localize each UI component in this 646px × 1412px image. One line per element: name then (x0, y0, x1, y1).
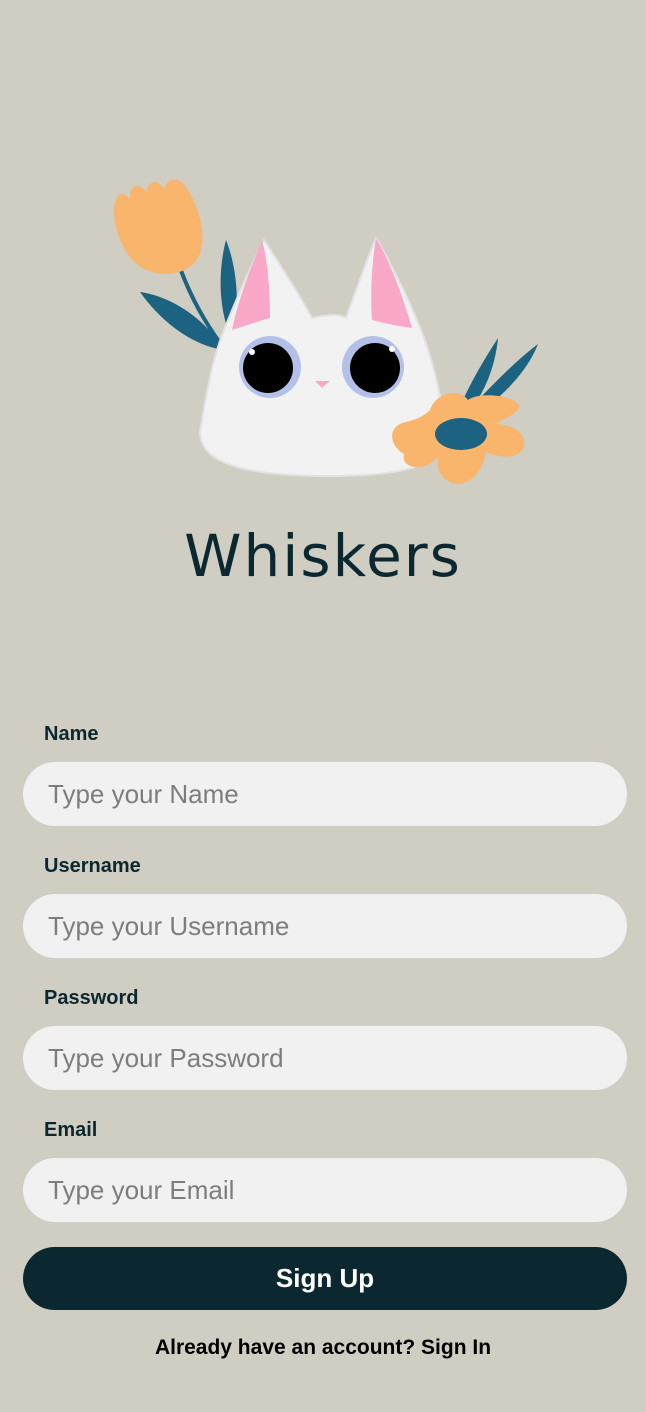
sign-in-prompt-text: Already have an account? (154, 1336, 416, 1359)
name-label: Name (44, 723, 99, 745)
app-title: Whiskers (184, 522, 462, 590)
password-input[interactable] (23, 1026, 627, 1090)
email-input[interactable] (23, 1158, 627, 1222)
username-label: Username (44, 855, 141, 877)
cat-illustration (114, 179, 538, 484)
sign-up-button[interactable]: Sign Up (23, 1247, 627, 1310)
tulip-icon (114, 179, 237, 350)
sign-in-prompt: Already have an account? Sign In (0, 1336, 646, 1360)
email-label: Email (44, 1119, 98, 1141)
sign-in-link[interactable]: Sign In (421, 1336, 491, 1359)
username-input[interactable] (23, 894, 627, 958)
password-label: Password (44, 987, 139, 1009)
name-input[interactable] (23, 762, 627, 826)
